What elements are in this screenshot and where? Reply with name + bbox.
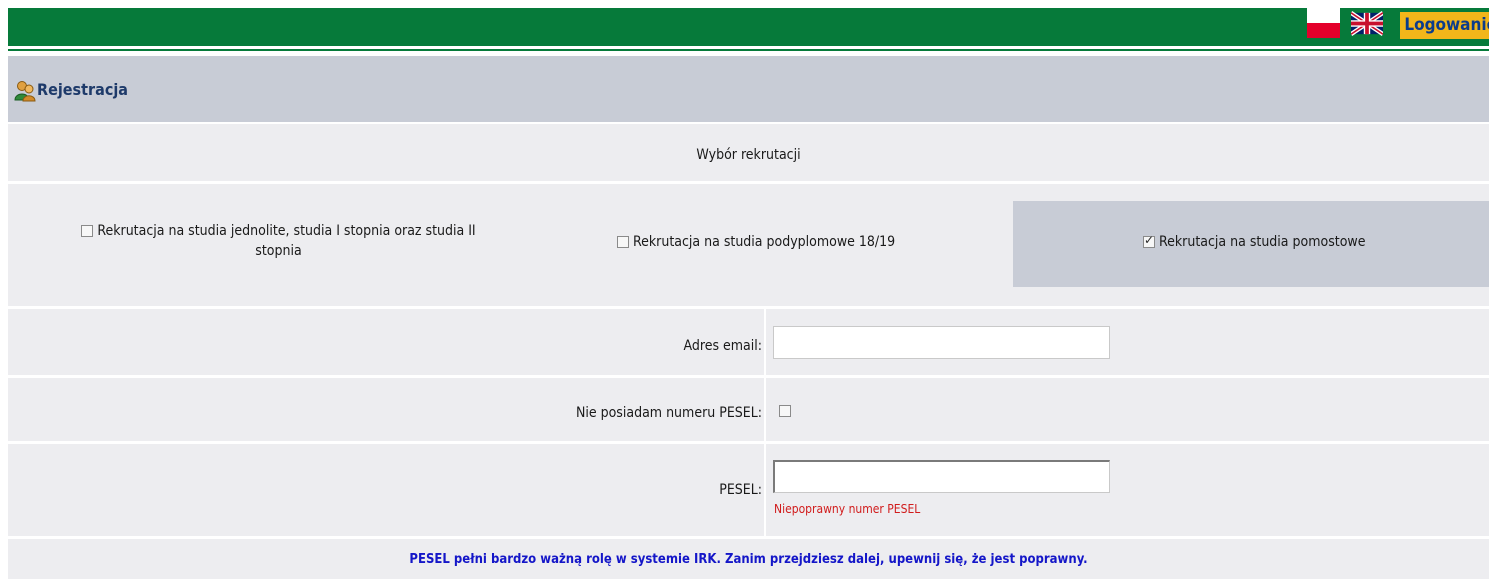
email-input[interactable] (773, 326, 1110, 359)
page-header: Rejestracja (8, 56, 1489, 122)
no-pesel-checkbox[interactable] (779, 405, 791, 417)
top-bar: Logowanie (8, 8, 1489, 49)
page-title: Rejestracja (37, 80, 128, 99)
pesel-note: PESEL pełni bardzo ważną rolę w systemie… (409, 552, 1088, 567)
option-podyplomowe-checkbox[interactable] (617, 236, 629, 248)
divider (764, 309, 766, 375)
divider (764, 444, 766, 536)
uk-flag-icon[interactable] (1351, 11, 1383, 36)
no-pesel-row: Nie posiadam numeru PESEL: (8, 378, 1489, 441)
option-podyplomowe-label: Rekrutacja na studia podyplomowe 18/19 (633, 234, 896, 250)
pesel-error: Niepoprawny numer PESEL (774, 502, 921, 516)
pl-flag-icon[interactable] (1307, 8, 1340, 38)
recruitment-heading: Wybór rekrutacji (696, 147, 801, 163)
email-row: Adres email: (8, 309, 1489, 375)
option-jednolite-checkbox[interactable] (81, 225, 94, 237)
option-pomostowe-label: Rekrutacja na studia pomostowe (1159, 234, 1366, 250)
option-podyplomowe[interactable]: Rekrutacja na studia podyplomowe 18/19 (617, 234, 895, 250)
pesel-note-row: PESEL pełni bardzo ważną rolę w systemie… (8, 539, 1489, 579)
option-jednolite[interactable]: Rekrutacja na studia jednolite, studia I… (51, 221, 506, 261)
divider (764, 378, 766, 441)
option-jednolite-label: Rekrutacja na studia jednolite, studia I… (97, 223, 476, 239)
login-button[interactable]: Logowanie (1400, 12, 1489, 39)
option-pomostowe-checkbox[interactable] (1143, 233, 1155, 248)
recruitment-options-row: Rekrutacja na studia jednolite, studia I… (8, 184, 1489, 306)
pesel-input[interactable] (773, 460, 1110, 493)
email-label: Adres email: (683, 338, 762, 354)
user-icon (14, 81, 36, 102)
pesel-label: PESEL: (719, 482, 762, 498)
option-pomostowe[interactable]: Rekrutacja na studia pomostowe (1143, 233, 1366, 250)
pesel-row: PESEL: Niepoprawny numer PESEL (8, 444, 1489, 536)
recruitment-heading-row: Wybór rekrutacji (8, 124, 1489, 181)
no-pesel-label: Nie posiadam numeru PESEL: (575, 405, 762, 421)
option-jednolite-label-2: stopnia (255, 243, 302, 259)
